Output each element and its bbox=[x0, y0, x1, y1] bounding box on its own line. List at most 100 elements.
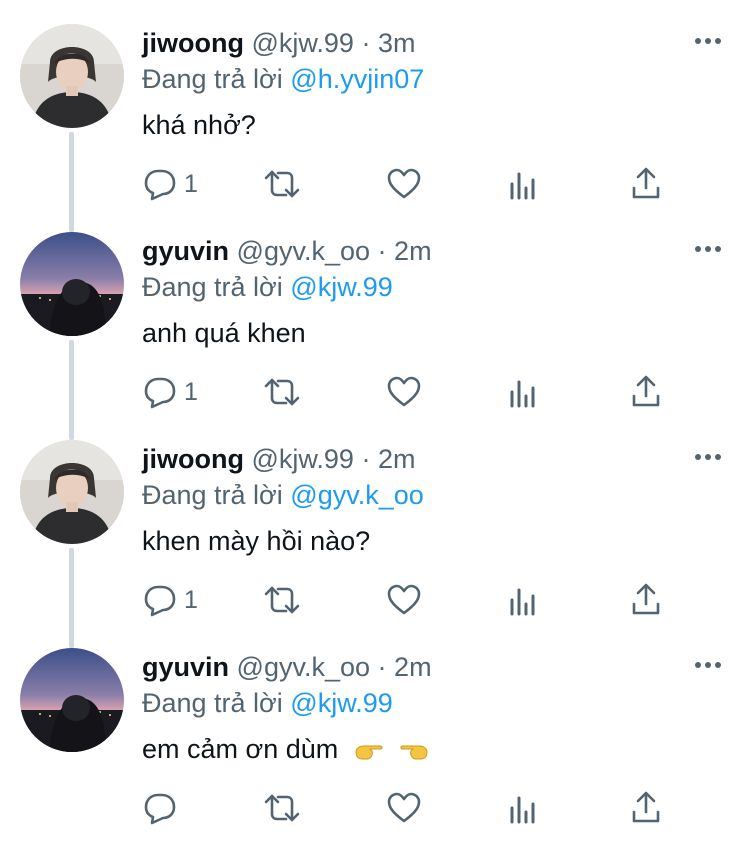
replying-to: Đang trả lời @kjw.99 bbox=[142, 270, 393, 304]
tweet[interactable]: jiwoong @kjw.99 · 2m Đang trả lời @gyv.k… bbox=[0, 416, 750, 624]
share-icon bbox=[632, 375, 660, 407]
share-icon bbox=[632, 583, 660, 615]
separator-dot: · bbox=[377, 236, 387, 266]
replying-to: Đang trả lời @gyv.k_oo bbox=[142, 478, 424, 512]
reply-button[interactable] bbox=[142, 790, 184, 826]
more-icon[interactable] bbox=[694, 660, 722, 670]
replying-to-label: Đang trả lời bbox=[142, 64, 283, 94]
timestamp[interactable]: 2m bbox=[394, 236, 432, 266]
replying-to: Đang trả lời @h.yvjin07 bbox=[142, 62, 424, 96]
like-icon bbox=[387, 168, 421, 199]
reply-button[interactable]: 1 bbox=[142, 374, 198, 410]
night-sky-avatar-icon bbox=[20, 648, 124, 752]
action-bar bbox=[142, 790, 702, 826]
reply-count: 1 bbox=[184, 169, 198, 198]
mention-link[interactable]: @kjw.99 bbox=[290, 272, 392, 302]
analytics-button[interactable] bbox=[508, 166, 538, 202]
handle[interactable]: @kjw.99 bbox=[252, 28, 354, 58]
action-bar: 1 bbox=[142, 374, 702, 410]
analytics-button[interactable] bbox=[508, 790, 538, 826]
pointing-hand-icon bbox=[400, 745, 428, 760]
retweet-button[interactable] bbox=[262, 790, 302, 826]
avatar[interactable] bbox=[20, 440, 124, 544]
separator-dot: · bbox=[377, 652, 387, 682]
reply-icon bbox=[144, 793, 176, 825]
tweet-header: jiwoong @kjw.99 · 3m bbox=[142, 26, 416, 60]
share-button[interactable] bbox=[630, 374, 662, 410]
replying-to: Đang trả lời @kjw.99 bbox=[142, 686, 393, 720]
analytics-button[interactable] bbox=[508, 374, 538, 410]
tweet-text: khá nhở? bbox=[142, 110, 256, 140]
share-icon bbox=[632, 167, 660, 199]
mention-link[interactable]: @gyv.k_oo bbox=[290, 480, 423, 510]
retweet-icon bbox=[264, 170, 300, 198]
like-icon bbox=[387, 792, 421, 823]
action-bar: 1 bbox=[142, 582, 702, 618]
reply-thread: jiwoong @kjw.99 · 3m Đang trả lời @h.yvj… bbox=[0, 0, 750, 844]
night-sky-avatar-icon bbox=[20, 232, 124, 336]
tweet[interactable]: gyuvin @gyv.k_oo · 2m Đang trả lời @kjw.… bbox=[0, 624, 750, 832]
tweet-header: gyuvin @gyv.k_oo · 2m bbox=[142, 650, 432, 684]
analytics-icon bbox=[510, 172, 535, 200]
retweet-icon bbox=[264, 378, 300, 406]
handle[interactable]: @gyv.k_oo bbox=[237, 652, 370, 682]
pointing-hand-icon bbox=[355, 745, 383, 760]
avatar[interactable] bbox=[20, 648, 124, 752]
person-portrait-avatar-icon bbox=[20, 24, 124, 128]
timestamp[interactable]: 3m bbox=[378, 28, 416, 58]
like-button[interactable] bbox=[386, 582, 422, 618]
handle[interactable]: @gyv.k_oo bbox=[237, 236, 370, 266]
separator-dot: · bbox=[361, 28, 371, 58]
replying-to-label: Đang trả lời bbox=[142, 272, 283, 302]
reply-button[interactable]: 1 bbox=[142, 582, 198, 618]
reply-icon bbox=[144, 169, 176, 201]
display-name[interactable]: jiwoong bbox=[142, 28, 244, 58]
more-icon[interactable] bbox=[694, 36, 722, 46]
tweet[interactable]: gyuvin @gyv.k_oo · 2m Đang trả lời @kjw.… bbox=[0, 208, 750, 416]
share-button[interactable] bbox=[630, 582, 662, 618]
timestamp[interactable]: 2m bbox=[394, 652, 432, 682]
display-name[interactable]: gyuvin bbox=[142, 652, 229, 682]
avatar[interactable] bbox=[20, 24, 124, 128]
mention-link[interactable]: @h.yvjin07 bbox=[290, 64, 424, 94]
retweet-button[interactable] bbox=[262, 374, 302, 410]
analytics-button[interactable] bbox=[508, 582, 538, 618]
like-button[interactable] bbox=[386, 166, 422, 202]
analytics-icon bbox=[510, 380, 535, 408]
analytics-icon bbox=[510, 796, 535, 824]
tweet-text: anh quá khen bbox=[142, 318, 306, 348]
share-button[interactable] bbox=[630, 790, 662, 826]
display-name[interactable]: gyuvin bbox=[142, 236, 229, 266]
display-name[interactable]: jiwoong bbox=[142, 444, 244, 474]
retweet-icon bbox=[264, 794, 300, 822]
avatar[interactable] bbox=[20, 232, 124, 336]
replying-to-label: Đang trả lời bbox=[142, 480, 283, 510]
retweet-button[interactable] bbox=[262, 166, 302, 202]
separator-dot: · bbox=[361, 444, 371, 474]
mention-link[interactable]: @kjw.99 bbox=[290, 688, 392, 718]
like-icon bbox=[387, 376, 421, 407]
reply-button[interactable]: 1 bbox=[142, 166, 198, 202]
more-icon[interactable] bbox=[694, 244, 722, 254]
retweet-button[interactable] bbox=[262, 582, 302, 618]
tweet-text-container: em cảm ơn dùm bbox=[142, 732, 429, 766]
reply-count: 1 bbox=[184, 585, 198, 614]
handle[interactable]: @kjw.99 bbox=[252, 444, 354, 474]
reply-icon bbox=[144, 377, 176, 409]
tweet-header: jiwoong @kjw.99 · 2m bbox=[142, 442, 416, 476]
analytics-icon bbox=[510, 588, 535, 616]
like-button[interactable] bbox=[386, 374, 422, 410]
like-icon bbox=[387, 584, 421, 615]
more-icon[interactable] bbox=[694, 452, 722, 462]
like-button[interactable] bbox=[386, 790, 422, 826]
reply-count: 1 bbox=[184, 377, 198, 406]
replying-to-label: Đang trả lời bbox=[142, 688, 283, 718]
retweet-icon bbox=[264, 586, 300, 614]
person-portrait-avatar-icon bbox=[20, 440, 124, 544]
share-button[interactable] bbox=[630, 166, 662, 202]
tweet-text: em cảm ơn dùm bbox=[142, 734, 339, 764]
tweet[interactable]: jiwoong @kjw.99 · 3m Đang trả lời @h.yvj… bbox=[0, 0, 750, 208]
tweet-text: khen mày hồi nào? bbox=[142, 526, 371, 556]
action-bar: 1 bbox=[142, 166, 702, 202]
timestamp[interactable]: 2m bbox=[378, 444, 416, 474]
